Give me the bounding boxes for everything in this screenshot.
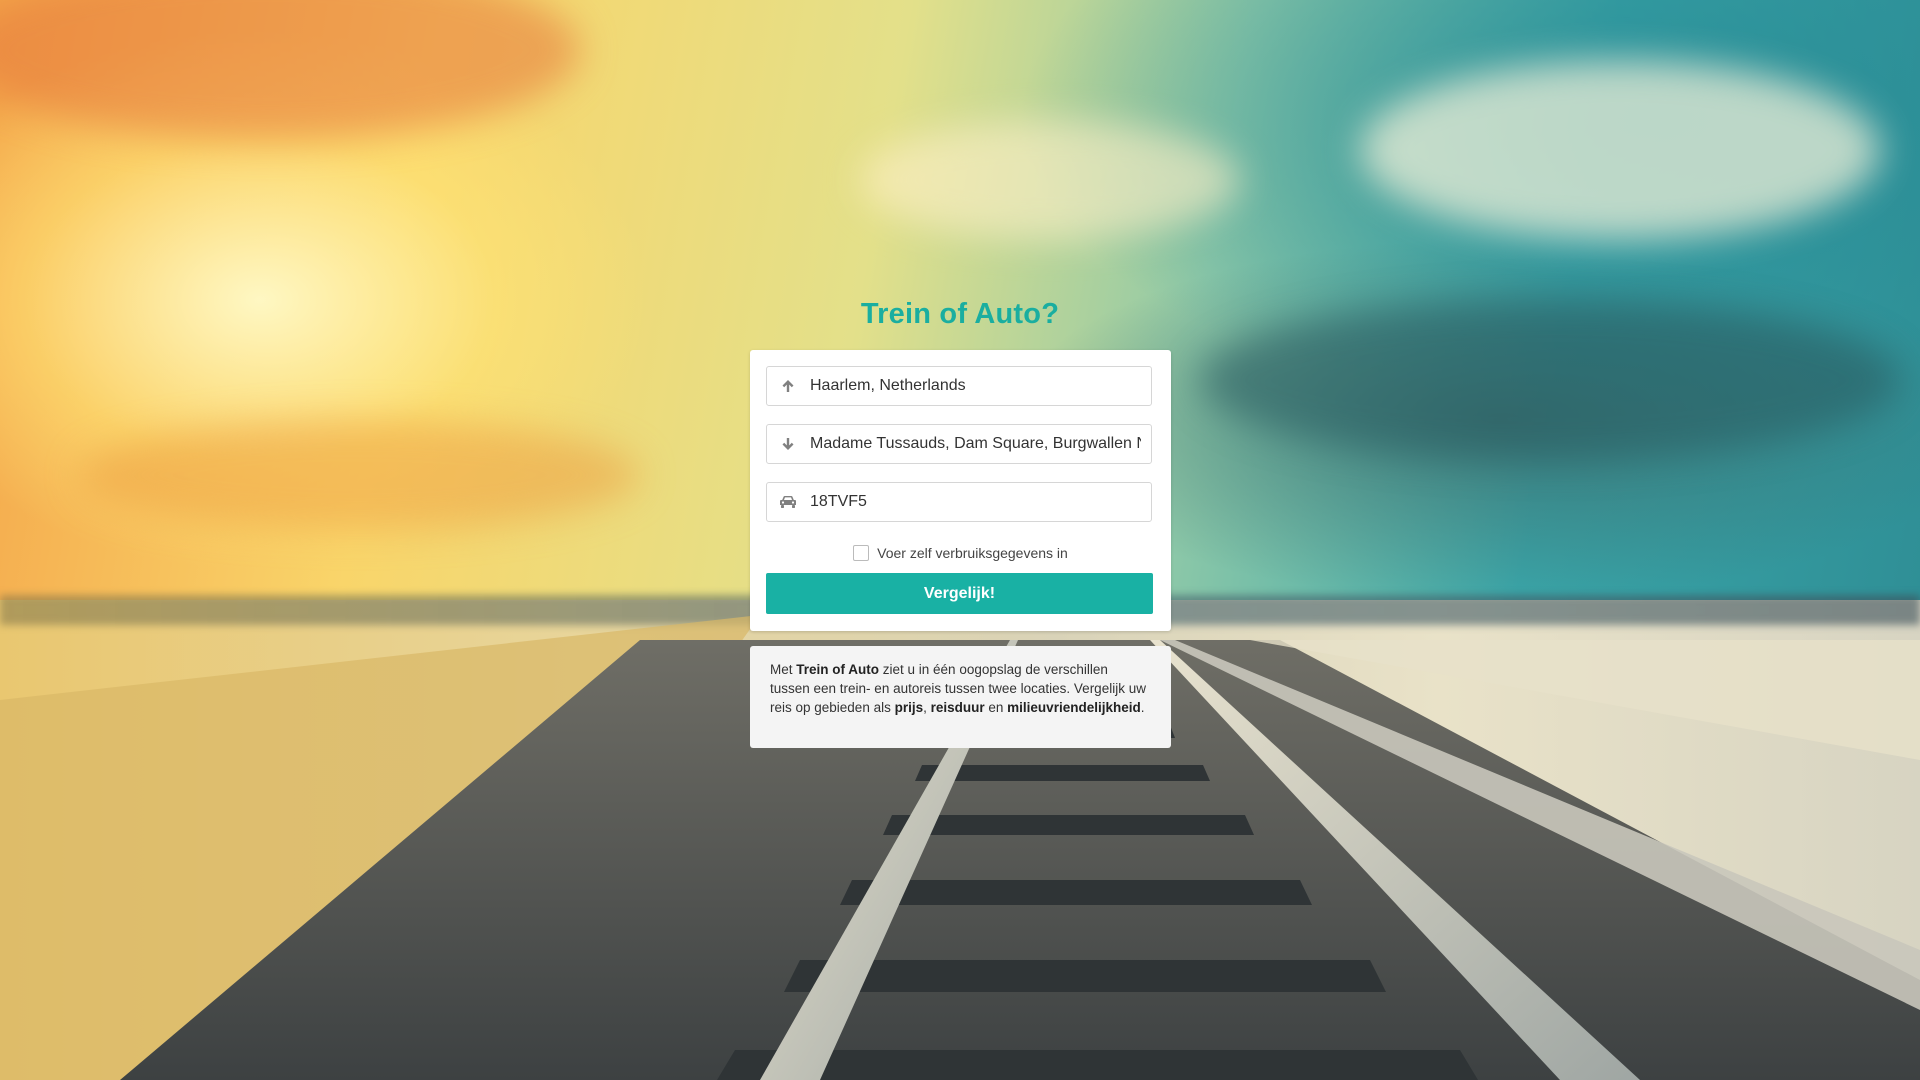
compare-button[interactable]: Vergelijk! [766, 573, 1153, 614]
info-bold-eco: milieuvriendelijkheid [1007, 700, 1141, 715]
info-text: Met [770, 662, 797, 677]
info-bold-app-name: Trein of Auto [796, 662, 880, 677]
arrow-up-icon [779, 377, 797, 395]
custom-consumption-label[interactable]: Voer zelf verbruiksgegevens in [877, 545, 1068, 561]
app-title: Trein of Auto? [860, 298, 1060, 330]
from-field[interactable]: Haarlem, Netherlands [766, 366, 1152, 406]
from-input-value[interactable]: Haarlem, Netherlands [810, 367, 1141, 405]
info-text: . [1140, 700, 1145, 715]
search-form: Haarlem, Netherlands Madame Tussauds, Da… [750, 350, 1171, 631]
info-box: Met Trein of Auto ziet u in één oogopsla… [750, 646, 1171, 748]
info-bold-duration: reisduur [930, 700, 985, 715]
custom-consumption-option[interactable]: Voer zelf verbruiksgegevens in [750, 542, 1171, 564]
to-input-value[interactable]: Madame Tussauds, Dam Square, Burgwallen … [810, 425, 1141, 463]
license-plate-input-value[interactable]: 18TVF5 [810, 483, 1141, 521]
custom-consumption-checkbox[interactable] [853, 545, 870, 561]
car-icon [779, 493, 797, 511]
to-field[interactable]: Madame Tussauds, Dam Square, Burgwallen … [766, 424, 1152, 464]
license-plate-field[interactable]: 18TVF5 [766, 482, 1152, 522]
info-text: , [923, 700, 931, 715]
arrow-down-icon [779, 435, 797, 453]
info-bold-price: prijs [894, 700, 924, 715]
info-text: en [984, 700, 1008, 715]
